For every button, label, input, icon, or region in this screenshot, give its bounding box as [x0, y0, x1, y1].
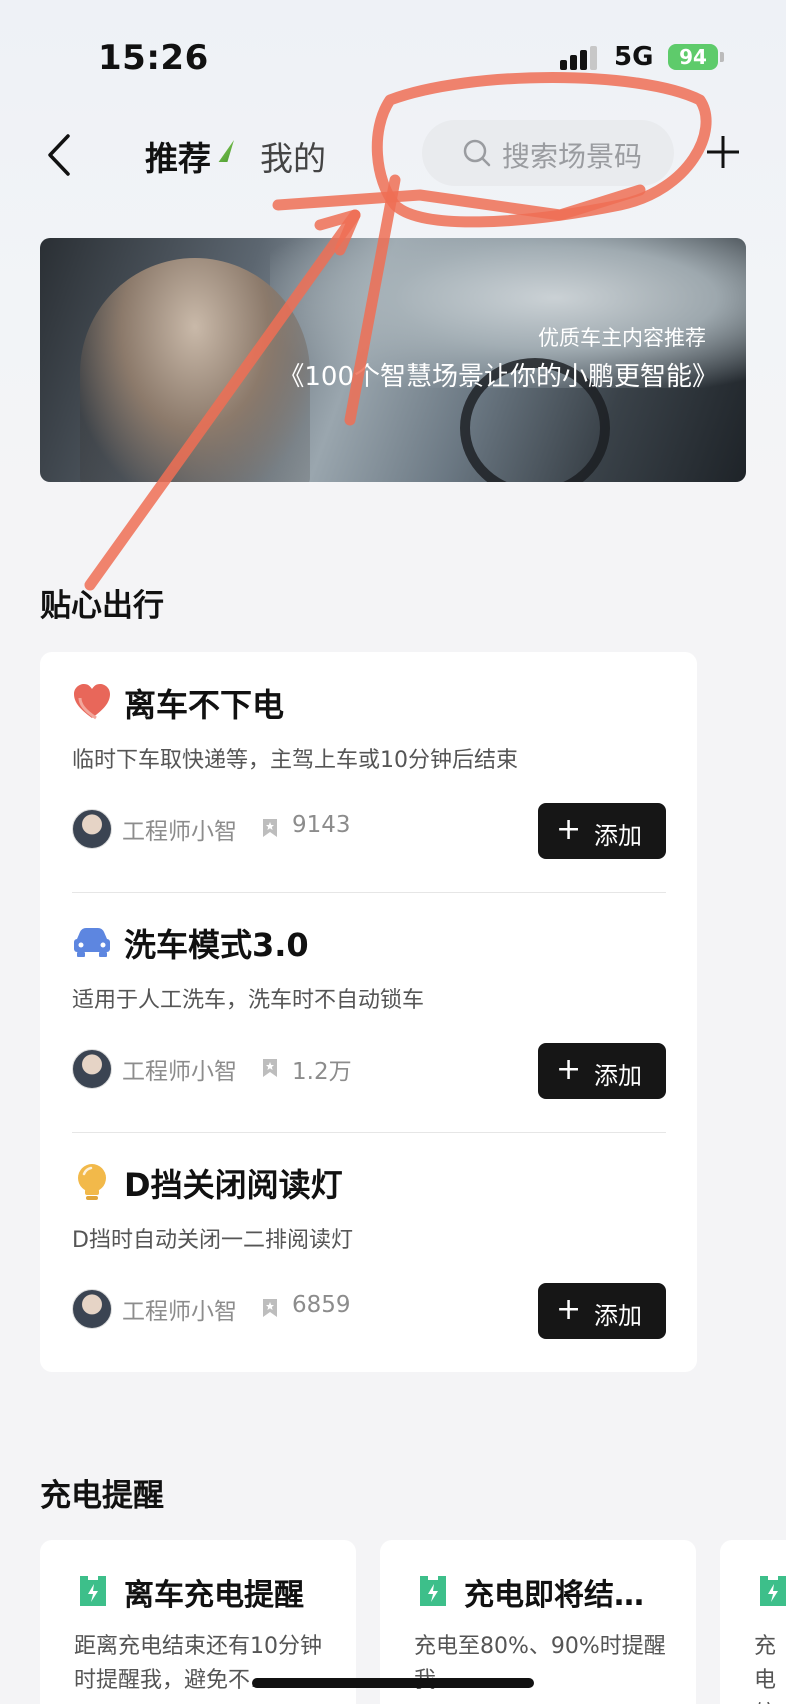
charging-icon	[80, 1576, 106, 1606]
author-name: 工程师小智	[122, 819, 237, 845]
item-description: 临时下车取快递等，主驾上车或10分钟后结束	[72, 748, 518, 773]
banner-person-image	[80, 258, 310, 482]
avatar	[72, 1049, 112, 1089]
search-input[interactable]: 搜索场景码	[422, 120, 674, 186]
chevron-left-icon	[48, 134, 70, 176]
add-button-label: 添加	[594, 1062, 642, 1090]
add-button[interactable]: + 添加	[538, 1043, 666, 1099]
item-description: 适用于人工洗车，洗车时不自动锁车	[72, 988, 425, 1013]
back-button[interactable]	[40, 130, 80, 180]
plus-icon: +	[556, 1052, 582, 1087]
author-name: 工程师小智	[122, 1299, 237, 1325]
avatar	[72, 809, 112, 849]
search-icon	[463, 139, 491, 167]
item-title: 离车不下电	[124, 686, 285, 724]
charge-card[interactable]: 充电航里	[720, 1540, 786, 1704]
banner-subtitle: 优质车主内容推荐	[538, 326, 706, 350]
status-bar: 15:26 5G 94	[0, 0, 786, 110]
battery-tip	[720, 52, 724, 62]
banner-title: 《100个智慧场景让你的小鹏更智能》	[278, 362, 718, 392]
car-icon	[74, 928, 110, 957]
battery-icon: 94	[668, 44, 718, 70]
list-item[interactable]: 洗车模式3.0 适用于人工洗车，洗车时不自动锁车 工程师小智 1.2万 + 添加	[40, 892, 697, 1132]
add-icon[interactable]	[703, 132, 743, 172]
item-description: D挡时自动关闭一二排阅读灯	[72, 1228, 353, 1253]
section-title-charging: 充电提醒	[40, 1478, 164, 1514]
promo-banner[interactable]: 优质车主内容推荐 《100个智慧场景让你的小鹏更智能》	[40, 238, 746, 482]
bookmark-icon	[263, 819, 277, 837]
signal-icon	[560, 46, 600, 70]
lightbulb-icon	[78, 1164, 106, 1200]
avatar	[72, 1289, 112, 1329]
network-type: 5G	[614, 42, 654, 72]
bookmark-icon	[263, 1059, 277, 1077]
section-title-travel: 贴心出行	[40, 588, 164, 624]
tab-recommend[interactable]: 推荐	[145, 132, 211, 180]
save-count: 1.2万	[292, 1059, 352, 1085]
save-count: 6859	[292, 1292, 351, 1318]
top-nav: 推荐 我的 搜索场景码	[0, 110, 786, 200]
status-time: 15:26	[98, 38, 209, 78]
charge-card-title: 充电即将结…	[464, 1578, 644, 1613]
add-button[interactable]: + 添加	[538, 803, 666, 859]
plus-icon: +	[556, 1292, 582, 1327]
list-item[interactable]: 离车不下电 临时下车取快递等，主驾上车或10分钟后结束 工程师小智 9143 +…	[40, 652, 697, 892]
heart-icon	[74, 684, 110, 720]
author-name: 工程师小智	[122, 1059, 237, 1085]
add-button[interactable]: + 添加	[538, 1283, 666, 1339]
search-placeholder: 搜索场景码	[502, 140, 643, 173]
active-tab-indicator	[218, 140, 234, 162]
list-item[interactable]: D挡关闭阅读灯 D挡时自动关闭一二排阅读灯 工程师小智 6859 + 添加	[40, 1132, 697, 1372]
save-count: 9143	[292, 812, 351, 838]
charging-icon	[760, 1576, 786, 1606]
add-button-label: 添加	[594, 1302, 642, 1330]
tab-mine[interactable]: 我的	[260, 132, 326, 180]
scene-card-list: 离车不下电 临时下车取快递等，主驾上车或10分钟后结束 工程师小智 9143 +…	[40, 652, 697, 1372]
charge-card-description: 充电航里	[754, 1634, 777, 1704]
charging-icon	[420, 1576, 446, 1606]
plus-icon: +	[556, 812, 582, 847]
home-indicator	[252, 1678, 534, 1688]
add-button-label: 添加	[594, 822, 642, 850]
bookmark-icon	[263, 1299, 277, 1317]
charge-card-title: 离车充电提醒	[124, 1578, 304, 1613]
battery-level: 94	[679, 45, 707, 69]
item-title: 洗车模式3.0	[124, 926, 309, 964]
item-title: D挡关闭阅读灯	[124, 1166, 343, 1204]
